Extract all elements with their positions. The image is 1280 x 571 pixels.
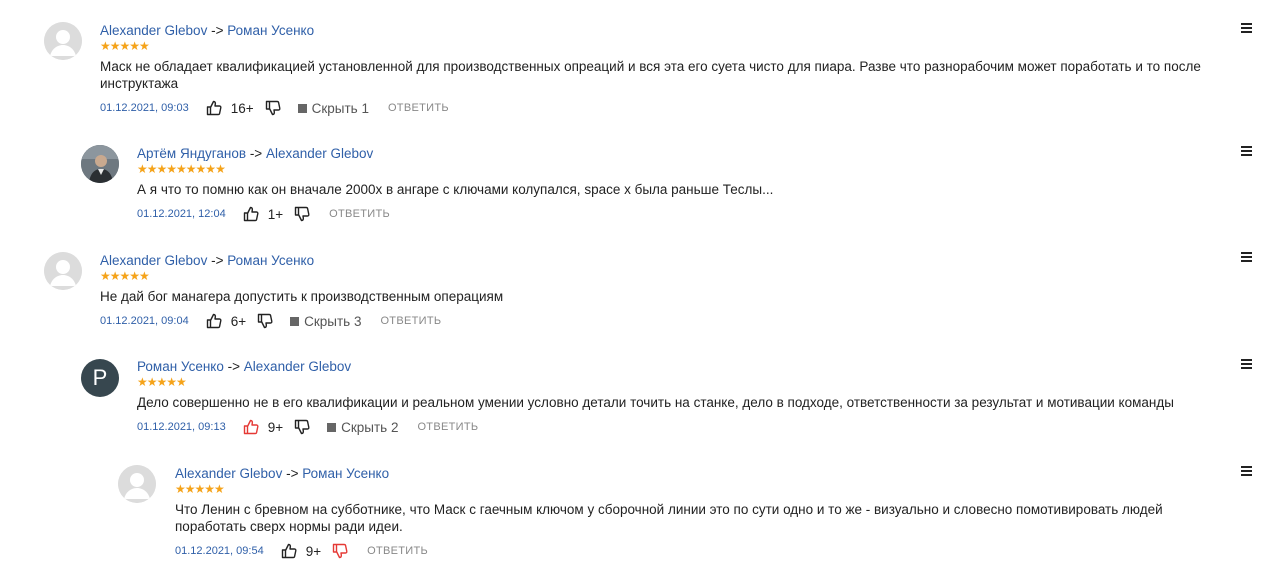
comment-menu-icon[interactable] <box>1241 359 1252 371</box>
comment-menu-icon[interactable] <box>1241 466 1252 478</box>
user-silhouette-icon <box>44 252 82 290</box>
rating-stars: ★★★★★ <box>175 482 225 496</box>
rating-stars: ★★★★★ <box>100 39 150 53</box>
dislike-icon[interactable] <box>294 419 310 435</box>
reply-to-link[interactable]: Роман Усенко <box>227 23 314 38</box>
comment-date[interactable]: 01.12.2021, 09:03 <box>100 102 189 114</box>
collapse-icon <box>297 103 307 113</box>
reply-arrow: -> <box>249 146 263 161</box>
reply-arrow: -> <box>211 23 224 38</box>
comment-meta: 01.12.2021, 09:03 16+ Скрыть 1 ОТВЕТИТЬ <box>100 98 1220 118</box>
user-silhouette-icon <box>118 465 156 503</box>
avatar[interactable] <box>44 22 82 60</box>
reply-button[interactable]: ОТВЕТИТЬ <box>367 545 428 557</box>
comment-header: Роман Усенко -> Alexander Glebov <box>137 358 1227 375</box>
comment-header: Alexander Glebov -> Роман Усенко <box>100 252 1220 269</box>
like-count: 16+ <box>230 100 254 116</box>
collapse-icon <box>327 422 337 432</box>
like-count: 6+ <box>230 313 247 329</box>
comment-menu-icon[interactable] <box>1241 252 1252 264</box>
user-silhouette-icon <box>44 22 82 60</box>
avatar[interactable]: Р <box>81 359 119 397</box>
reply-to-link[interactable]: Роман Усенко <box>302 466 389 481</box>
author-link[interactable]: Артём Яндуганов <box>137 146 246 161</box>
hide-replies-label: Скрыть 2 <box>341 419 399 435</box>
like-count: 9+ <box>267 419 284 435</box>
comment-header: Alexander Glebov -> Роман Усенко <box>100 22 1220 39</box>
like-icon[interactable] <box>206 100 222 116</box>
reply-to-link[interactable]: Роман Усенко <box>227 253 314 268</box>
comment-text: Маск не обладает квалификацией установле… <box>100 59 1201 91</box>
rating-stars: ★★★★★★★★★ <box>137 162 226 176</box>
hide-replies-label: Скрыть 3 <box>304 313 362 329</box>
like-icon[interactable] <box>243 206 259 222</box>
like-icon[interactable] <box>206 313 222 329</box>
author-link[interactable]: Alexander Glebov <box>175 466 282 481</box>
reply-to-link[interactable]: Alexander Glebov <box>266 146 373 161</box>
like-icon-active[interactable] <box>243 419 259 435</box>
avatar[interactable] <box>118 465 156 503</box>
comment-text: Не дай бог манагера допустить к производ… <box>100 289 504 304</box>
author-link[interactable]: Роман Усенко <box>137 359 224 374</box>
comment-date[interactable]: 01.12.2021, 09:54 <box>175 545 264 557</box>
like-count: 9+ <box>305 543 322 559</box>
hide-replies-button[interactable]: Скрыть 1 <box>297 100 369 116</box>
comment-menu-icon[interactable] <box>1241 146 1252 158</box>
reply-arrow: -> <box>227 359 241 374</box>
comment-text: Дело совершенно не в его квалификации и … <box>137 395 1174 410</box>
rating-stars: ★★★★★ <box>100 269 150 283</box>
comment-meta: 01.12.2021, 09:13 9+ Скрыть 2 ОТВЕТИТЬ <box>137 417 1227 437</box>
dislike-icon-active[interactable] <box>332 543 348 559</box>
dislike-icon[interactable] <box>265 100 281 116</box>
avatar[interactable] <box>81 145 119 183</box>
dislike-icon[interactable] <box>257 313 273 329</box>
comment-date[interactable]: 01.12.2021, 12:04 <box>137 208 226 220</box>
collapse-icon <box>290 316 300 326</box>
comment-text: Что Ленин с бревном на субботнике, что М… <box>175 502 1163 534</box>
comment-meta: 01.12.2021, 12:04 1+ ОТВЕТИТЬ <box>137 204 1227 224</box>
comment-meta: 01.12.2021, 09:54 9+ ОТВЕТИТЬ <box>175 541 1230 561</box>
comment-text: А я что то помню как он вначале 2000х в … <box>137 182 774 197</box>
user-photo-icon <box>81 145 119 183</box>
like-icon[interactable] <box>281 543 297 559</box>
reply-button[interactable]: ОТВЕТИТЬ <box>329 208 390 220</box>
author-link[interactable]: Alexander Glebov <box>100 253 207 268</box>
comment-date[interactable]: 01.12.2021, 09:04 <box>100 315 189 327</box>
reply-button[interactable]: ОТВЕТИТЬ <box>388 102 449 114</box>
avatar[interactable] <box>44 252 82 290</box>
like-count: 1+ <box>267 206 284 222</box>
author-link[interactable]: Alexander Glebov <box>100 23 207 38</box>
reply-arrow: -> <box>286 466 299 481</box>
rating-stars: ★★★★★ <box>137 375 187 389</box>
reply-button[interactable]: ОТВЕТИТЬ <box>417 421 478 433</box>
reply-button[interactable]: ОТВЕТИТЬ <box>380 315 441 327</box>
hide-replies-button[interactable]: Скрыть 2 <box>327 420 398 435</box>
hide-replies-label: Скрыть 1 <box>311 100 369 116</box>
reply-arrow: -> <box>211 253 224 268</box>
comment-date[interactable]: 01.12.2021, 09:13 <box>137 421 226 433</box>
comment-meta: 01.12.2021, 09:04 6+ Скрыть 3 ОТВЕТИТЬ <box>100 311 1220 331</box>
comment-menu-icon[interactable] <box>1241 23 1252 35</box>
comment-header: Alexander Glebov -> Роман Усенко <box>175 465 1230 482</box>
reply-to-link[interactable]: Alexander Glebov <box>244 359 351 374</box>
comment-header: Артём Яндуганов -> Alexander Glebov <box>137 145 1227 162</box>
dislike-icon[interactable] <box>294 206 310 222</box>
hide-replies-button[interactable]: Скрыть 3 <box>290 314 361 329</box>
